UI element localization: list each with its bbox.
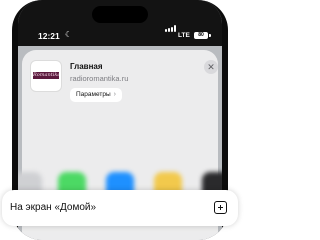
- page-url: radioromantika.ru: [70, 74, 129, 83]
- site-logo-wordmark: Romantika: [33, 72, 59, 79]
- action-label: На экран «Домой»: [10, 202, 97, 213]
- add-to-home-screen-action[interactable]: На экран «Домой»: [2, 190, 238, 226]
- close-icon[interactable]: ✕: [204, 60, 218, 74]
- network-type: LTE: [178, 32, 190, 39]
- battery-tip: [209, 34, 211, 37]
- options-button[interactable]: Параметры ›: [70, 88, 122, 102]
- options-label: Параметры: [76, 91, 111, 98]
- site-logo: Romantika: [30, 60, 62, 92]
- status-bar: 12:21 ☾ LTE 80: [18, 0, 222, 46]
- dynamic-island: [92, 6, 148, 23]
- chevron-right-icon: ›: [113, 91, 116, 98]
- status-time: 12:21: [38, 31, 60, 41]
- battery-icon: 80: [194, 32, 208, 39]
- add-to-home-icon: [214, 201, 227, 214]
- focus-moon-icon: ☾: [65, 30, 73, 39]
- page-title: Главная: [70, 62, 103, 71]
